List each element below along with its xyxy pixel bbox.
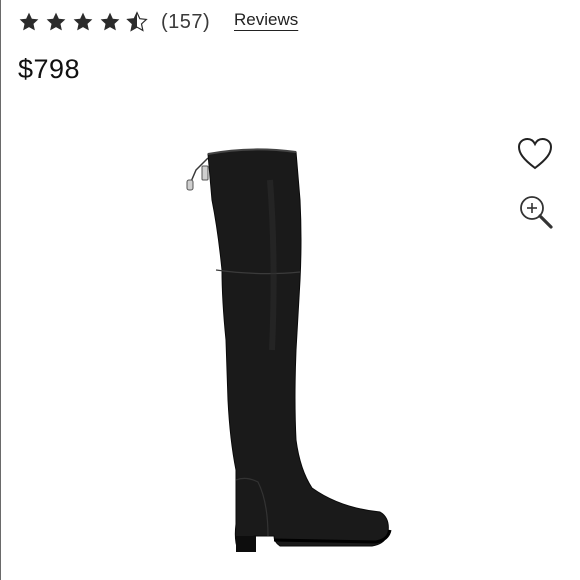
reviews-link[interactable]: Reviews	[234, 10, 298, 30]
zoom-button[interactable]	[517, 193, 555, 231]
star-full-icon	[18, 11, 40, 33]
star-rating	[18, 11, 153, 33]
star-full-icon	[99, 11, 121, 33]
wishlist-button[interactable]	[517, 137, 553, 171]
review-count: (157)	[161, 10, 211, 33]
product-image	[150, 140, 410, 560]
heart-icon	[517, 137, 553, 170]
star-half-icon	[126, 11, 148, 33]
star-full-icon	[45, 11, 67, 33]
zoom-in-icon	[520, 196, 553, 229]
star-full-icon	[72, 11, 94, 33]
over-the-knee-boot-icon	[186, 148, 392, 552]
page-edge-divider	[0, 0, 1, 580]
product-price: $798	[18, 54, 81, 84]
rating-summary: (157)	[18, 8, 210, 36]
